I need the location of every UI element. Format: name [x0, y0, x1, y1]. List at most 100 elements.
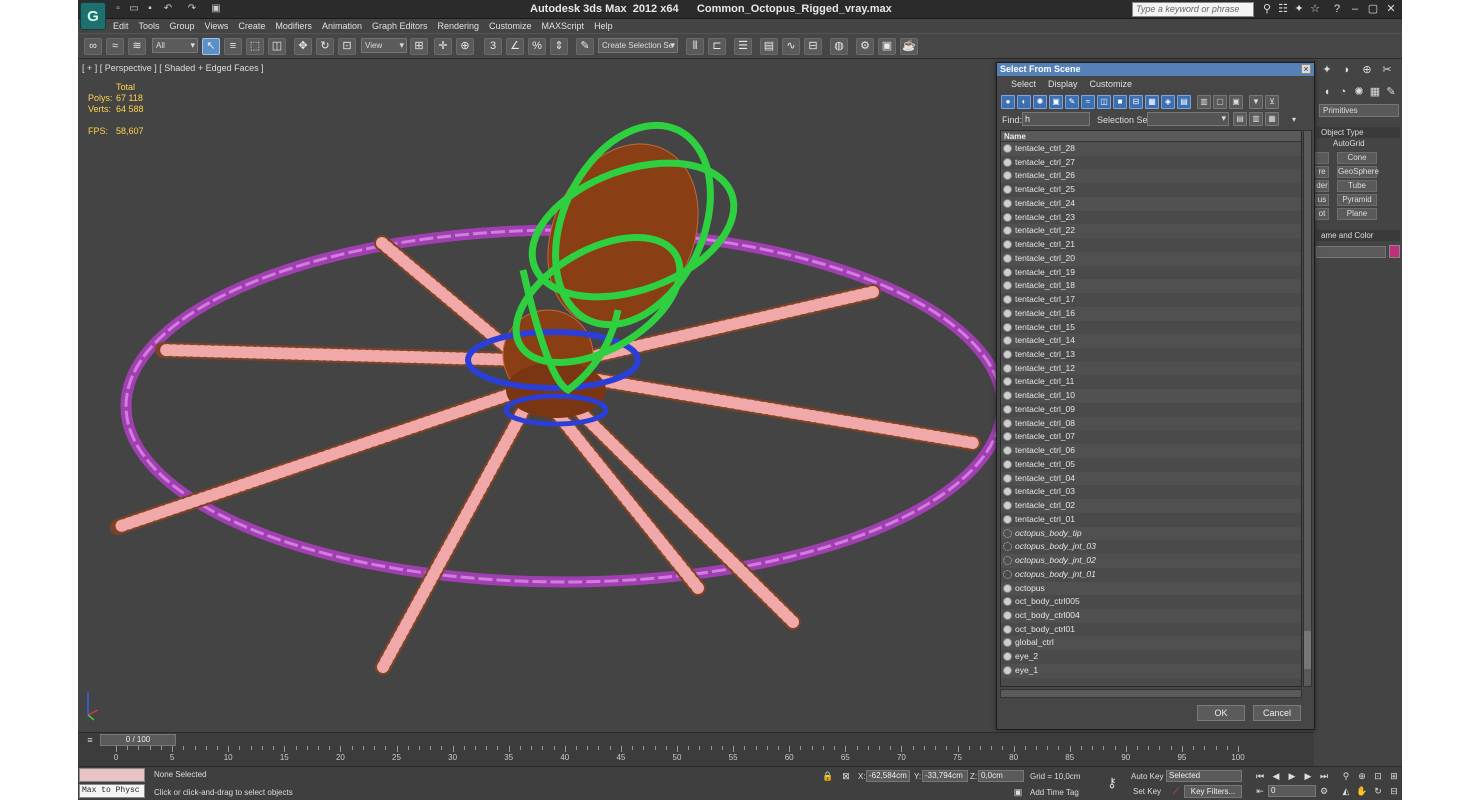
lights-icon[interactable]: ✺ — [1351, 84, 1367, 100]
modify-tab-icon[interactable]: ◗ — [1339, 62, 1355, 78]
auto-key-button[interactable]: Auto Key — [1131, 772, 1163, 781]
object-list-item[interactable]: tentacle_ctrl_28 — [1001, 142, 1301, 156]
object-list-item[interactable]: tentacle_ctrl_21 — [1001, 238, 1301, 252]
object-list-item[interactable]: eye_1 — [1001, 663, 1301, 678]
cameras-icon[interactable]: ▦ — [1367, 84, 1383, 100]
project-folder-icon[interactable]: ▣ — [210, 3, 222, 15]
time-configuration-icon[interactable]: ⚙ — [1318, 785, 1330, 797]
object-list-item[interactable]: tentacle_ctrl_27 — [1001, 156, 1301, 170]
render-production-icon[interactable]: ☕ — [900, 38, 918, 55]
orbit-icon[interactable]: ↻ — [1372, 785, 1384, 797]
display-space-warps-icon[interactable]: ≈ — [1081, 95, 1095, 109]
list-horizontal-scrollbar[interactable] — [1000, 689, 1302, 698]
maximize-viewport-icon[interactable]: ⊟ — [1388, 785, 1400, 797]
zoom-all-icon[interactable]: ⊕ — [1356, 770, 1368, 782]
time-tag-icon[interactable]: ▣ — [1012, 786, 1024, 798]
maximize-icon[interactable]: ▢ — [1366, 2, 1380, 16]
3dsmax-logo-icon[interactable]: G — [80, 2, 106, 30]
key-mode-toggle-icon[interactable]: ⇤ — [1254, 785, 1266, 797]
utilities-tab-icon[interactable]: ✂ — [1379, 62, 1395, 78]
object-list-item[interactable]: tentacle_ctrl_01 — [1001, 513, 1301, 527]
link-icon[interactable]: ∞ — [84, 38, 102, 55]
dialog-menu-customize[interactable]: Customize — [1084, 78, 1139, 91]
menu-rendering[interactable]: Rendering — [433, 19, 485, 33]
dialog-menu-display[interactable]: Display — [1042, 78, 1084, 91]
name-and-color-rollout[interactable]: ame and Color — [1316, 230, 1400, 241]
object-list-item[interactable]: tentacle_ctrl_04 — [1001, 471, 1301, 486]
align-icon[interactable]: ⊏ — [708, 38, 726, 55]
primitive-button-9[interactable]: ot — [1315, 208, 1329, 220]
minimize-icon[interactable]: – — [1348, 2, 1362, 16]
default-key-icon[interactable]: ⟋ — [1170, 785, 1182, 797]
geometry-icon[interactable]: ◖ — [1319, 84, 1335, 100]
menu-create[interactable]: Create — [233, 19, 270, 33]
reference-coordinate-dropdown[interactable]: View — [361, 38, 407, 53]
object-list-item[interactable]: tentacle_ctrl_19 — [1001, 266, 1301, 280]
menu-edit[interactable]: Edit — [108, 19, 134, 33]
hierarchy-tab-icon[interactable]: ⊕ — [1359, 62, 1375, 78]
cancel-button[interactable]: Cancel — [1253, 705, 1301, 721]
pyramid-button[interactable]: Pyramid — [1337, 194, 1377, 206]
object-list-item[interactable]: tentacle_ctrl_18 — [1001, 279, 1301, 294]
dialog-title[interactable]: Select From Scene — [997, 63, 1314, 76]
object-list-item[interactable]: octopus_body_tip — [1001, 526, 1301, 541]
maxscript-mini-listener[interactable]: Max to Physc — [79, 784, 145, 798]
spinner-snap-icon[interactable]: ⇕ — [550, 38, 568, 55]
object-list-item[interactable]: tentacle_ctrl_22 — [1001, 224, 1301, 239]
search-input[interactable]: Type a keyword or phrase — [1132, 2, 1254, 17]
rectangular-selection-icon[interactable]: ⬚ — [246, 38, 264, 55]
hierarchy-filter-icon[interactable]: ⊻ — [1265, 95, 1279, 109]
save-icon[interactable]: ▪ — [144, 3, 156, 15]
menu-help[interactable]: Help — [589, 19, 618, 33]
scale-icon[interactable]: ⊡ — [338, 38, 356, 55]
select-invert-icon[interactable]: ▦ — [1265, 112, 1279, 126]
selection-set-dropdown[interactable] — [1147, 112, 1229, 126]
select-by-name-icon[interactable]: ≡ — [224, 38, 242, 55]
select-all-icon[interactable]: ▤ — [1233, 112, 1247, 126]
menu-group[interactable]: Group — [165, 19, 200, 33]
object-list-item[interactable]: octopus_body_jnt_01 — [1001, 568, 1301, 582]
set-key-button[interactable]: Set Key — [1133, 787, 1161, 796]
absolute-mode-icon[interactable]: ⊠ — [840, 770, 852, 782]
ok-button[interactable]: OK — [1197, 705, 1245, 721]
display-geometry-icon[interactable]: ● — [1001, 95, 1015, 109]
menu-graph-editors[interactable]: Graph Editors — [367, 19, 433, 33]
zoom-extents-all-icon[interactable]: ⊞ — [1388, 770, 1400, 782]
named-selection-dropdown[interactable]: Create Selection Se — [598, 38, 678, 53]
display-hidden-icon[interactable]: ▤ — [1177, 95, 1191, 109]
key-filters-button[interactable]: Key Filters... — [1184, 785, 1242, 798]
object-list-item[interactable]: octopus_body_jnt_03 — [1001, 540, 1301, 554]
object-list-item[interactable]: tentacle_ctrl_09 — [1001, 403, 1301, 417]
play-icon[interactable]: ▶ — [1286, 770, 1298, 782]
column-header-name[interactable]: Name — [1001, 131, 1301, 142]
display-shapes-icon[interactable]: ◐ — [1017, 95, 1031, 109]
menu-tools[interactable]: Tools — [134, 19, 165, 33]
create-tab-icon[interactable]: ✦ — [1319, 62, 1335, 78]
menu-animation[interactable]: Animation — [317, 19, 367, 33]
plane-button[interactable]: Plane — [1337, 208, 1377, 220]
menu-views[interactable]: Views — [200, 19, 234, 33]
object-list-item[interactable]: tentacle_ctrl_25 — [1001, 183, 1301, 197]
display-containers-icon[interactable]: ▦ — [1145, 95, 1159, 109]
menu-customize[interactable]: Customize — [484, 19, 537, 33]
move-icon[interactable]: ✥ — [294, 38, 312, 55]
helpers-icon[interactable]: ✎ — [1383, 84, 1399, 100]
scroll-thumb[interactable] — [1304, 631, 1311, 669]
object-list-item[interactable]: tentacle_ctrl_06 — [1001, 444, 1301, 458]
object-list-item[interactable]: tentacle_ctrl_05 — [1001, 458, 1301, 472]
graphite-ribbon-icon[interactable]: ▤ — [760, 38, 778, 55]
percent-snap-icon[interactable]: % — [528, 38, 546, 55]
layer-manager-icon[interactable]: ☰ — [734, 38, 752, 55]
go-to-end-icon[interactable]: ⏭ — [1318, 770, 1330, 782]
field-of-view-icon[interactable]: ◭ — [1340, 785, 1352, 797]
display-lights-icon[interactable]: ✺ — [1033, 95, 1047, 109]
object-list-item[interactable]: tentacle_ctrl_12 — [1001, 361, 1301, 376]
autogrid-checkbox[interactable]: AutoGrid — [1333, 138, 1365, 150]
display-xrefs-icon[interactable]: ■ — [1113, 95, 1127, 109]
object-list-item[interactable]: tentacle_ctrl_13 — [1001, 348, 1301, 362]
list-vertical-scrollbar[interactable] — [1303, 130, 1312, 687]
favorites-icon[interactable]: ☆ — [1308, 2, 1322, 16]
object-list-item[interactable]: tentacle_ctrl_11 — [1001, 375, 1301, 389]
window-crossing-icon[interactable]: ◫ — [268, 38, 286, 55]
new-icon[interactable]: ▫ — [112, 3, 124, 15]
